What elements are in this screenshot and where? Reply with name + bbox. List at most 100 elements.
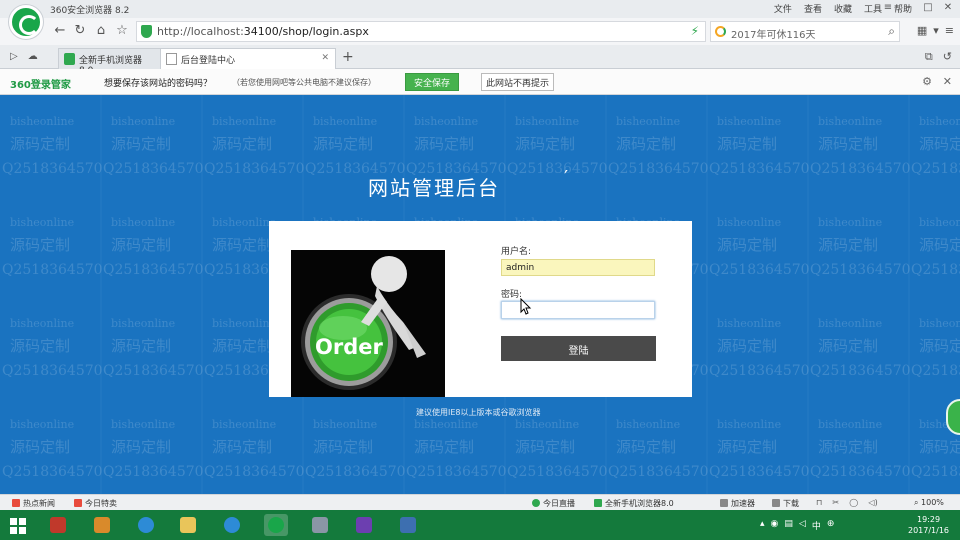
speed-icon[interactable]: ⚡ bbox=[691, 24, 699, 38]
maximize-icon[interactable]: □ bbox=[920, 1, 936, 15]
taskbar-app-9-icon[interactable] bbox=[396, 514, 420, 536]
clock-time: 19:29 bbox=[916, 515, 941, 524]
layout-icon[interactable]: ⊓ bbox=[816, 498, 822, 507]
tray-arrow-icon[interactable]: ▴ bbox=[760, 519, 765, 532]
phone-icon bbox=[594, 499, 602, 507]
floating-widget-icon[interactable] bbox=[946, 399, 960, 435]
shield-status-icon[interactable]: ◯ bbox=[849, 498, 858, 507]
daily-deals-link[interactable]: 今日特卖 bbox=[74, 498, 117, 509]
sidebar-toggle-icon[interactable]: ▷ bbox=[10, 51, 18, 62]
never-remind-button[interactable]: 此网站不再提示 bbox=[481, 73, 555, 91]
menu-item-favorites[interactable]: 收藏 bbox=[834, 2, 852, 15]
watermark-text: Q2518364570 bbox=[608, 464, 709, 480]
cloud-icon[interactable]: ☁ bbox=[28, 51, 38, 62]
360-browser-icon[interactable] bbox=[264, 514, 288, 536]
login-button[interactable]: 登陆 bbox=[501, 336, 656, 361]
menu-icon[interactable]: ≡ bbox=[880, 1, 896, 15]
watermark-text: 源码定制 bbox=[414, 438, 474, 456]
watermark-text: 源码定制 bbox=[414, 135, 474, 153]
tab-login-center[interactable]: 后台登陆中心 ✕ bbox=[160, 48, 336, 69]
watermark-text: bisheonline bbox=[111, 216, 175, 229]
star-icon[interactable]: ☆ bbox=[114, 22, 130, 40]
browser-logo-icon[interactable] bbox=[9, 5, 43, 39]
tab-mobile-browser[interactable]: 全新手机浏览器8.0 bbox=[58, 48, 162, 76]
watermark-text: bisheonline bbox=[616, 115, 680, 128]
watermark-text: 源码定制 bbox=[717, 438, 777, 456]
close-bar-icon[interactable]: ✕ bbox=[943, 75, 952, 88]
tray-volume-icon[interactable]: ◁ bbox=[799, 519, 806, 532]
download-icon bbox=[772, 499, 780, 507]
tray-network-icon[interactable]: ▤ bbox=[784, 519, 793, 532]
mobile-browser-link[interactable]: 全新手机浏览器8.0 bbox=[594, 498, 674, 509]
browser-titlebar: 360安全浏览器 8.2 文件 查看 收藏 工具 帮助 ≡ – □ ✕ bbox=[0, 0, 960, 18]
sound-icon[interactable]: ◁) bbox=[868, 498, 877, 507]
ie-browser-2-icon[interactable] bbox=[220, 514, 244, 536]
ie-browser-icon[interactable] bbox=[134, 514, 158, 536]
live-link[interactable]: 今日直播 bbox=[532, 498, 575, 509]
watermark-text: 源码定制 bbox=[717, 337, 777, 355]
tab-left-tools: ▷ ☁ bbox=[10, 51, 38, 62]
watermark-text: Q2518364570 bbox=[103, 262, 204, 278]
watermark-text: bisheonline bbox=[717, 317, 781, 330]
chevron-down-icon[interactable]: ▾ bbox=[933, 24, 939, 37]
screenshot-icon[interactable]: ✂ bbox=[832, 498, 839, 507]
visual-studio-icon[interactable] bbox=[352, 514, 376, 536]
extensions-icon[interactable]: ≡ bbox=[945, 24, 954, 37]
system-clock[interactable]: 19:29 2017/1/16 bbox=[908, 514, 949, 536]
watermark-text: 源码定制 bbox=[919, 135, 960, 153]
new-tab-icon[interactable]: + bbox=[342, 49, 354, 65]
home-icon[interactable]: ⌂ bbox=[93, 22, 109, 40]
menu-item-file[interactable]: 文件 bbox=[774, 2, 792, 15]
windows-start-icon[interactable] bbox=[10, 518, 26, 534]
watermark-text: bisheonline bbox=[313, 115, 377, 128]
refresh-icon[interactable]: ↻ bbox=[72, 22, 88, 40]
apps-icon[interactable]: ▦ bbox=[917, 24, 927, 37]
gear-icon[interactable]: ⚙ bbox=[922, 75, 932, 88]
watermark-text: 源码定制 bbox=[717, 236, 777, 254]
menu-item-view[interactable]: 查看 bbox=[804, 2, 822, 15]
watermark-text: Q2518364570 bbox=[709, 464, 810, 480]
watermark-text: 源码定制 bbox=[10, 135, 70, 153]
username-input[interactable]: admin bbox=[501, 259, 655, 276]
file-explorer-icon[interactable] bbox=[176, 514, 200, 536]
password-manager-brand: 360登录管家 bbox=[10, 80, 71, 91]
search-icon[interactable]: ⌕ bbox=[888, 24, 895, 39]
hot-news-label: 热点新闻 bbox=[23, 499, 55, 508]
watermark-text: bisheonline bbox=[717, 418, 781, 431]
download-link[interactable]: 下载 bbox=[772, 498, 799, 509]
hot-news-link[interactable]: 热点新闻 bbox=[12, 498, 55, 509]
undo-icon[interactable]: ↺ bbox=[943, 50, 952, 64]
search-input[interactable]: 2017年可休116天 ⌕ bbox=[710, 21, 900, 42]
tray-input-icon[interactable]: 中 bbox=[812, 519, 821, 532]
watermark-text: 源码定制 bbox=[919, 337, 960, 355]
tray-app-icon[interactable]: ⊕ bbox=[827, 519, 835, 532]
watermark-text: Q2518364570 bbox=[911, 262, 960, 278]
watermark-text: Q2518364570 bbox=[103, 363, 204, 379]
zoom-level[interactable]: ⌕ 100% bbox=[914, 498, 944, 508]
watermark-text: bisheonline bbox=[111, 115, 175, 128]
password-save-question: 想要保存该网站的密码吗？ bbox=[104, 79, 213, 89]
clock-date: 2017/1/16 bbox=[908, 526, 950, 535]
url-input[interactable]: http://localhost:34100/shop/login.aspx ⚡ bbox=[136, 21, 706, 42]
minimize-icon[interactable]: – bbox=[900, 1, 916, 15]
watermark-text: 源码定制 bbox=[616, 438, 676, 456]
back-icon[interactable]: ← bbox=[52, 22, 68, 40]
watermark-text: Q2518364570 bbox=[911, 363, 960, 379]
tray-security-icon[interactable]: ◉ bbox=[771, 519, 779, 532]
browser-title: 360安全浏览器 8.2 bbox=[50, 6, 130, 16]
restore-tab-icon[interactable]: ⧉ bbox=[925, 50, 933, 64]
save-password-button[interactable]: 安全保存 bbox=[405, 73, 460, 91]
close-icon[interactable]: ✕ bbox=[940, 1, 956, 15]
watermark-text: bisheonline bbox=[919, 216, 960, 229]
login-page: bisheonline 源码定制 Q2518364570 bisheonline 源码定… bbox=[0, 95, 960, 494]
accelerator-link[interactable]: 加速器 bbox=[720, 498, 755, 509]
taskbar-app-2-icon[interactable] bbox=[90, 514, 114, 536]
watermark-text: Q2518364570 bbox=[709, 363, 810, 379]
watermark-text: Q2518364570 bbox=[608, 161, 709, 177]
taskbar-app-1-icon[interactable] bbox=[46, 514, 70, 536]
tab-close-icon[interactable]: ✕ bbox=[321, 53, 329, 63]
taskbar-app-7-icon[interactable] bbox=[308, 514, 332, 536]
watermark-text: bisheonline bbox=[111, 418, 175, 431]
watermark-text: 源码定制 bbox=[10, 337, 70, 355]
watermark-text: Q2518364570 bbox=[507, 161, 608, 177]
